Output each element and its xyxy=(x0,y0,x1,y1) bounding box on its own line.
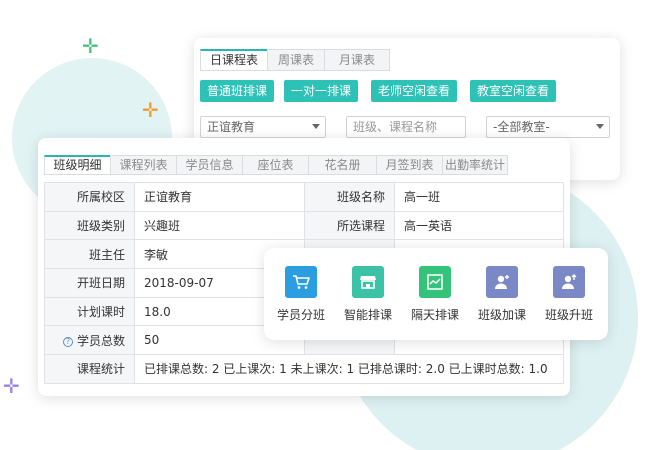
one-on-one-schedule-button[interactable]: 一对一排课 xyxy=(284,80,359,102)
campus-label: 所属校区 xyxy=(44,182,135,212)
teacher-free-view-button[interactable]: 老师空闲查看 xyxy=(371,80,458,102)
table-row: 课程统计 已排课总数: 2 已上课次: 1 未上课次: 1 已排总课时: 2.0… xyxy=(44,354,564,384)
search-placeholder: 班级、课程名称 xyxy=(353,120,438,134)
schedule-toolbar: 普通班排课 一对一排课 老师空闲查看 教室空闲查看 xyxy=(200,80,557,102)
sparkle-icon: ✛ xyxy=(3,374,20,398)
help-icon[interactable]: ? xyxy=(62,336,73,347)
promote-class-label: 班级升班 xyxy=(544,308,593,322)
class-type-label: 班级类别 xyxy=(44,210,135,241)
smart-schedule-action[interactable]: 智能排课 xyxy=(335,266,401,323)
course-label: 所选课程 xyxy=(304,210,395,241)
class-type-value: 兴趣班 xyxy=(134,210,305,241)
tab-class-detail[interactable]: 班级明细 xyxy=(44,155,110,175)
chevron-down-icon xyxy=(312,124,320,129)
store-icon xyxy=(352,266,384,298)
table-row: 班级类别 兴趣班 所选课程 高一英语 xyxy=(44,210,564,241)
chevron-down-icon xyxy=(596,124,604,129)
next-day-schedule-label: 隔天排课 xyxy=(410,308,459,322)
chart-icon xyxy=(419,266,451,298)
class-actions-popover: 学员分班 智能排课 隔天排课 班级加课 班级升班 xyxy=(264,248,608,340)
class-name-value: 高一班 xyxy=(394,182,564,212)
tab-student-info[interactable]: 学员信息 xyxy=(176,155,242,175)
sparkle-icon: ✛ xyxy=(142,98,159,122)
add-class-lesson-action[interactable]: 班级加课 xyxy=(469,266,535,323)
table-row: 所属校区 正谊教育 班级名称 高一班 xyxy=(44,182,564,212)
start-date-label: 开班日期 xyxy=(44,268,135,298)
course-stats-label: 课程统计 xyxy=(44,354,135,384)
course-value: 高一英语 xyxy=(394,210,564,241)
tab-monthly-signin[interactable]: 月签到表 xyxy=(376,155,442,175)
tab-monthly[interactable]: 月课表 xyxy=(324,49,391,71)
tab-roster[interactable]: 花名册 xyxy=(308,155,376,175)
user-plus-icon xyxy=(486,266,518,298)
head-teacher-label: 班主任 xyxy=(44,239,135,270)
add-class-lesson-label: 班级加课 xyxy=(477,308,526,322)
tab-seating-chart[interactable]: 座位表 xyxy=(242,155,308,175)
student-total-label-cell: ? 学员总数 xyxy=(44,325,135,356)
campus-select[interactable]: 正谊教育 xyxy=(200,116,326,138)
cart-icon xyxy=(285,266,317,298)
planned-hours-label: 计划课时 xyxy=(44,296,135,327)
smart-schedule-label: 智能排课 xyxy=(343,308,392,322)
class-detail-tabs: 班级明细 课程列表 学员信息 座位表 花名册 月签到表 出勤率统计 xyxy=(44,155,508,175)
class-course-search-input[interactable]: 班级、课程名称 xyxy=(346,116,466,138)
class-name-label: 班级名称 xyxy=(304,182,395,212)
assign-class-action[interactable]: 学员分班 xyxy=(268,266,334,323)
next-day-schedule-action[interactable]: 隔天排课 xyxy=(402,266,468,323)
classroom-select-value: -全部教室- xyxy=(493,120,550,134)
room-free-view-button[interactable]: 教室空闲查看 xyxy=(470,80,557,102)
tab-course-list[interactable]: 课程列表 xyxy=(110,155,176,175)
normal-class-schedule-button[interactable]: 普通班排课 xyxy=(200,80,275,102)
schedule-tabs: 日课程表 周课表 月课表 xyxy=(200,49,391,71)
stage: ✛ ✛ ✛ 日课程表 周课表 月课表 普通班排课 一对一排课 老师空闲查看 教室… xyxy=(0,0,664,450)
tab-weekly[interactable]: 周课表 xyxy=(267,49,325,71)
sparkle-icon: ✛ xyxy=(82,34,99,58)
tab-attendance-stats[interactable]: 出勤率统计 xyxy=(442,155,508,175)
campus-value: 正谊教育 xyxy=(134,182,305,212)
campus-select-value: 正谊教育 xyxy=(207,120,256,134)
tab-daily[interactable]: 日课程表 xyxy=(200,49,268,71)
student-total-label: 学员总数 xyxy=(76,333,125,348)
user-up-icon xyxy=(553,266,585,298)
assign-class-label: 学员分班 xyxy=(276,308,325,322)
classroom-select[interactable]: -全部教室- xyxy=(486,116,610,138)
course-stats-value: 已排课总数: 2 已上课次: 1 未上课次: 1 已排总课时: 2.0 已上课时… xyxy=(134,354,564,384)
promote-class-action[interactable]: 班级升班 xyxy=(536,266,602,323)
